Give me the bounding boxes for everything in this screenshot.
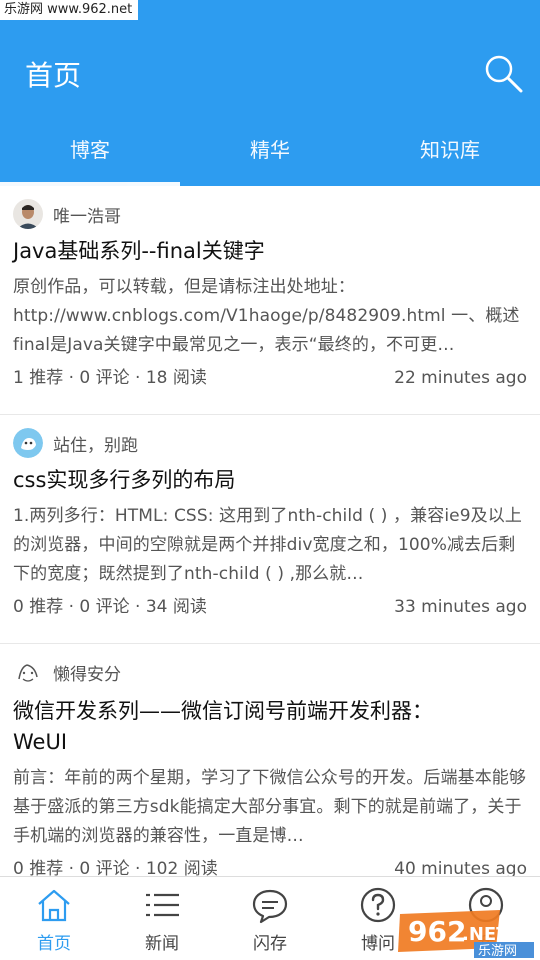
- nav-flash[interactable]: 闪存: [216, 877, 324, 960]
- avatar: [13, 428, 43, 458]
- nav-flash-label: 闪存: [253, 934, 287, 954]
- author-name: 懒得安分: [53, 664, 121, 685]
- post-meta: 0 推荐 · 0 评论 · 102 阅读 40 minutes ago: [13, 855, 527, 876]
- avatar: [13, 657, 43, 687]
- author-row: 站住，别跑: [13, 427, 527, 459]
- nav-home-label: 首页: [37, 934, 71, 954]
- nav-question-label: 博问: [361, 934, 395, 954]
- search-button[interactable]: [482, 52, 526, 96]
- author-name: 站住，别跑: [53, 435, 138, 456]
- post-title[interactable]: Java基础系列--final关键字: [13, 236, 527, 267]
- post-list: 唯一浩哥 Java基础系列--final关键字 原创作品，可以转载，但是请标注出…: [0, 186, 540, 876]
- tab-essence[interactable]: 精华: [180, 122, 360, 186]
- post-time: 33 minutes ago: [394, 597, 527, 617]
- tab-knowledge[interactable]: 知识库: [360, 122, 540, 186]
- search-icon: [485, 55, 523, 93]
- tab-blog[interactable]: 博客: [0, 122, 180, 186]
- post-time: 40 minutes ago: [394, 859, 527, 876]
- post-stats: 0 推荐 · 0 评论 · 34 阅读: [13, 597, 207, 617]
- post-summary: 原创作品，可以转载，但是请标注出处地址：http://www.cnblogs.c…: [13, 277, 520, 355]
- site-watermark: 乐游网 www.962.net: [0, 0, 139, 20]
- post-stats: 1 推荐 · 0 评论 · 18 阅读: [13, 368, 207, 388]
- logo-suffix: .NET: [462, 924, 509, 945]
- post-meta: 1 推荐 · 0 评论 · 18 阅读 22 minutes ago: [13, 364, 527, 401]
- post-summary: 1.两列多行：HTML: CSS: 这用到了nth-child ( ) ，兼容i…: [13, 506, 522, 584]
- nav-news[interactable]: 新闻: [108, 877, 216, 960]
- post-title[interactable]: 微信开发系列——微信订阅号前端开发利器：WeUI: [13, 696, 433, 758]
- list-item[interactable]: 站住，别跑 css实现多行多列的布局 1.两列多行：HTML: CSS: 这用到…: [0, 415, 540, 644]
- logo-cn: 乐游网: [478, 944, 517, 958]
- author-name: 唯一浩哥: [53, 206, 121, 227]
- page-title: 首页: [25, 59, 82, 92]
- nav-news-label: 新闻: [145, 934, 179, 954]
- site-logo: 962 .NET 乐游网: [398, 910, 534, 958]
- author-row: 唯一浩哥: [13, 198, 527, 230]
- logo-number: 962: [408, 915, 466, 948]
- nav-home[interactable]: 首页: [0, 877, 108, 960]
- list-item[interactable]: 懒得安分 微信开发系列——微信订阅号前端开发利器：WeUI 前言：年前的两个星期…: [0, 644, 540, 876]
- question-icon: [360, 887, 396, 923]
- news-list-icon: [146, 893, 179, 917]
- avatar: [13, 199, 43, 229]
- chat-bubble-icon: [252, 889, 288, 924]
- home-icon: [38, 889, 70, 922]
- tab-bar: 博客 精华 知识库: [0, 122, 540, 186]
- post-time: 22 minutes ago: [394, 368, 527, 388]
- author-row: 懒得安分: [13, 656, 527, 688]
- post-summary: 前言：年前的两个星期，学习了下微信公众号的开发。后端基本能够基于盛派的第三方sd…: [13, 768, 526, 846]
- app-header: 首页 博客 精华 知识库: [0, 0, 540, 186]
- list-item[interactable]: 唯一浩哥 Java基础系列--final关键字 原创作品，可以转载，但是请标注出…: [0, 186, 540, 415]
- post-title[interactable]: css实现多行多列的布局: [13, 465, 527, 496]
- post-stats: 0 推荐 · 0 评论 · 102 阅读: [13, 859, 218, 876]
- post-meta: 0 推荐 · 0 评论 · 34 阅读 33 minutes ago: [13, 593, 527, 630]
